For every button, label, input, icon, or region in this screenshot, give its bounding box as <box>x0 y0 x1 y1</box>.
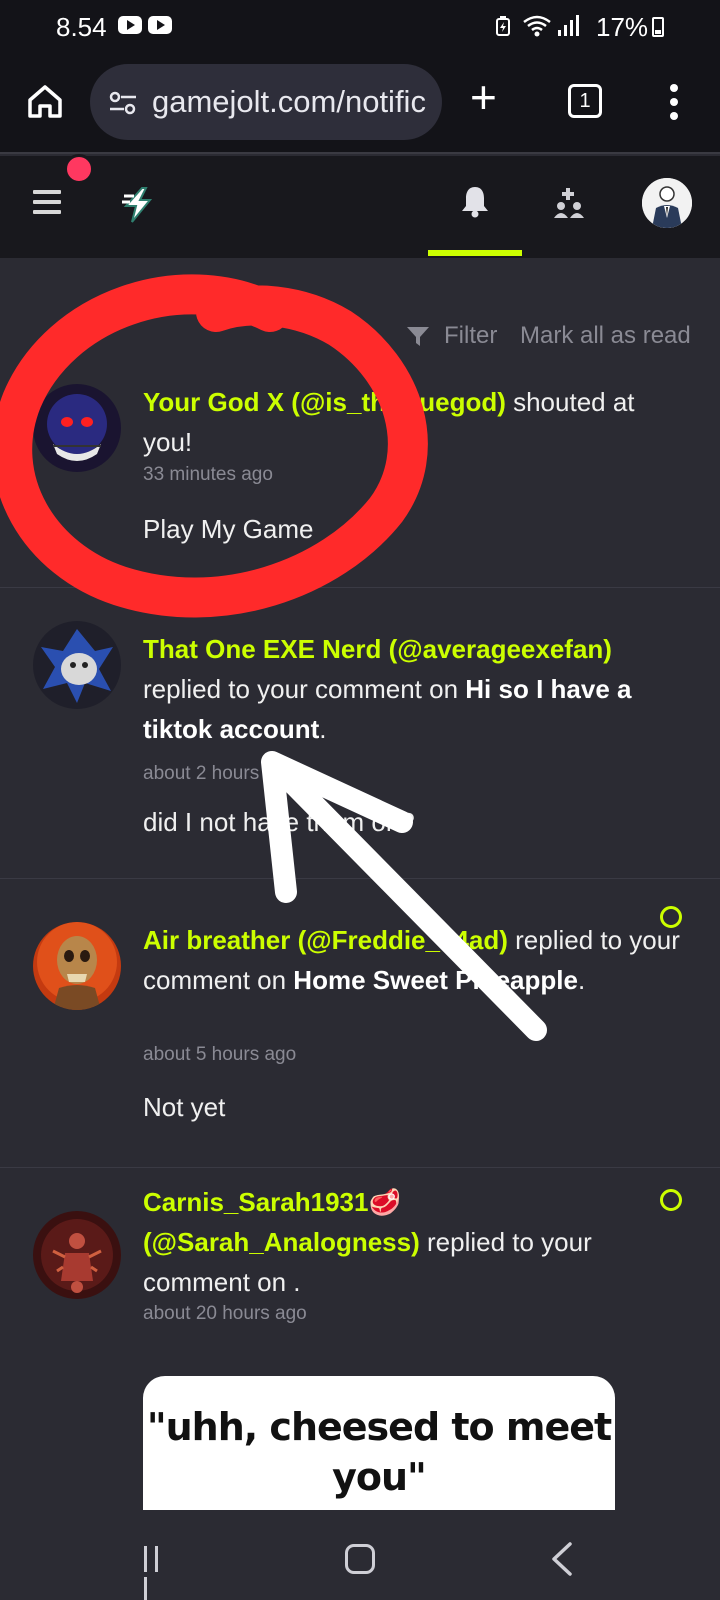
notification-time: about 20 hours ago <box>143 1303 307 1324</box>
notification-message: did I not have them on? <box>143 807 415 837</box>
notification-text: Carnis_Sarah1931🥩 (@Sarah_Analogness) re… <box>143 1182 683 1302</box>
notification-time: about 2 hours ago <box>143 763 297 784</box>
notification-time: about 5 hours ago <box>143 1044 297 1065</box>
avatar[interactable] <box>33 621 121 709</box>
comment-image[interactable]: "uhh, cheesed to meet you" <box>143 1376 615 1510</box>
url-text: gamejolt.com/notific <box>152 84 426 119</box>
notification-text: Your God X (@is_thetruegod) shouted at y… <box>143 382 683 462</box>
signal-icon <box>558 15 579 36</box>
filter-button[interactable]: Filter <box>444 322 497 350</box>
notification-action: replied to your comment on <box>143 674 466 704</box>
notification-text: That One EXE Nerd (@averageexefan) repli… <box>143 629 683 749</box>
browser-toolbar: gamejolt.com/notific + 1 <box>0 52 720 154</box>
user-avatar[interactable] <box>642 178 692 228</box>
wifi-icon <box>523 15 551 37</box>
notification-message: Not yet <box>143 1092 226 1122</box>
status-time: 8.54 <box>56 12 107 42</box>
notification-text: Air breather (@Freddie_e4ad) replied to … <box>143 920 683 1000</box>
notification-time: 33 minutes ago <box>143 464 273 485</box>
system-nav-bar <box>0 1510 720 1600</box>
notification-suffix: . <box>577 965 586 995</box>
notification-username[interactable]: That One EXE Nerd (@averageexefan) <box>143 634 612 664</box>
battery-saver-icon <box>496 16 510 36</box>
tab-switcher-button[interactable]: 1 <box>568 84 602 118</box>
home-icon[interactable] <box>26 82 64 120</box>
notification-username[interactable]: Air breather (@Freddie_e4ad) <box>143 925 508 955</box>
gamejolt-logo[interactable] <box>120 186 156 224</box>
recent-apps-icon[interactable] <box>144 1546 174 1600</box>
back-icon[interactable] <box>550 1542 574 1576</box>
comment-image-text: "uhh, cheesed to meet you" <box>146 1405 612 1499</box>
avatar[interactable] <box>33 1211 121 1299</box>
youtube-icon <box>118 16 142 34</box>
notification-item[interactable]: That One EXE Nerd (@averageexefan) repli… <box>0 589 720 879</box>
site-settings-icon[interactable] <box>108 90 138 116</box>
notification-target[interactable]: Home Sweet Pineapple <box>293 965 578 995</box>
menu-icon[interactable] <box>33 190 61 216</box>
status-bar: 8.54 17% <box>0 0 720 52</box>
friend-requests-icon[interactable] <box>552 186 586 220</box>
mark-all-read-button[interactable]: Mark all as read <box>520 322 691 350</box>
filter-row: Filter Mark all as read <box>0 320 720 356</box>
notifications-bell-icon[interactable] <box>460 184 490 218</box>
address-bar[interactable]: gamejolt.com/notific <box>90 64 442 140</box>
app-header <box>0 156 720 258</box>
notification-suffix: . <box>319 714 327 744</box>
home-button-icon[interactable] <box>345 1544 375 1574</box>
battery-icon <box>652 17 664 37</box>
battery-percent: 17% <box>596 12 649 42</box>
avatar[interactable] <box>33 384 121 472</box>
filter-icon[interactable] <box>406 326 430 348</box>
avatar[interactable] <box>33 922 121 1010</box>
notification-dot <box>64 154 94 184</box>
notification-item[interactable]: Air breather (@Freddie_e4ad) replied to … <box>0 880 720 1168</box>
active-tab-indicator <box>428 250 522 256</box>
new-tab-icon[interactable]: + <box>470 74 497 120</box>
notification-username[interactable]: Carnis_Sarah1931🥩 (@Sarah_Analogness) <box>143 1187 420 1257</box>
notification-message: Play My Game <box>143 514 314 544</box>
youtube-icon <box>148 16 172 34</box>
more-menu-icon[interactable] <box>670 84 680 122</box>
notification-item[interactable]: Your God X (@is_thetruegod) shouted at y… <box>0 360 720 588</box>
notification-username[interactable]: Your God X (@is_thetruegod) <box>143 387 506 417</box>
